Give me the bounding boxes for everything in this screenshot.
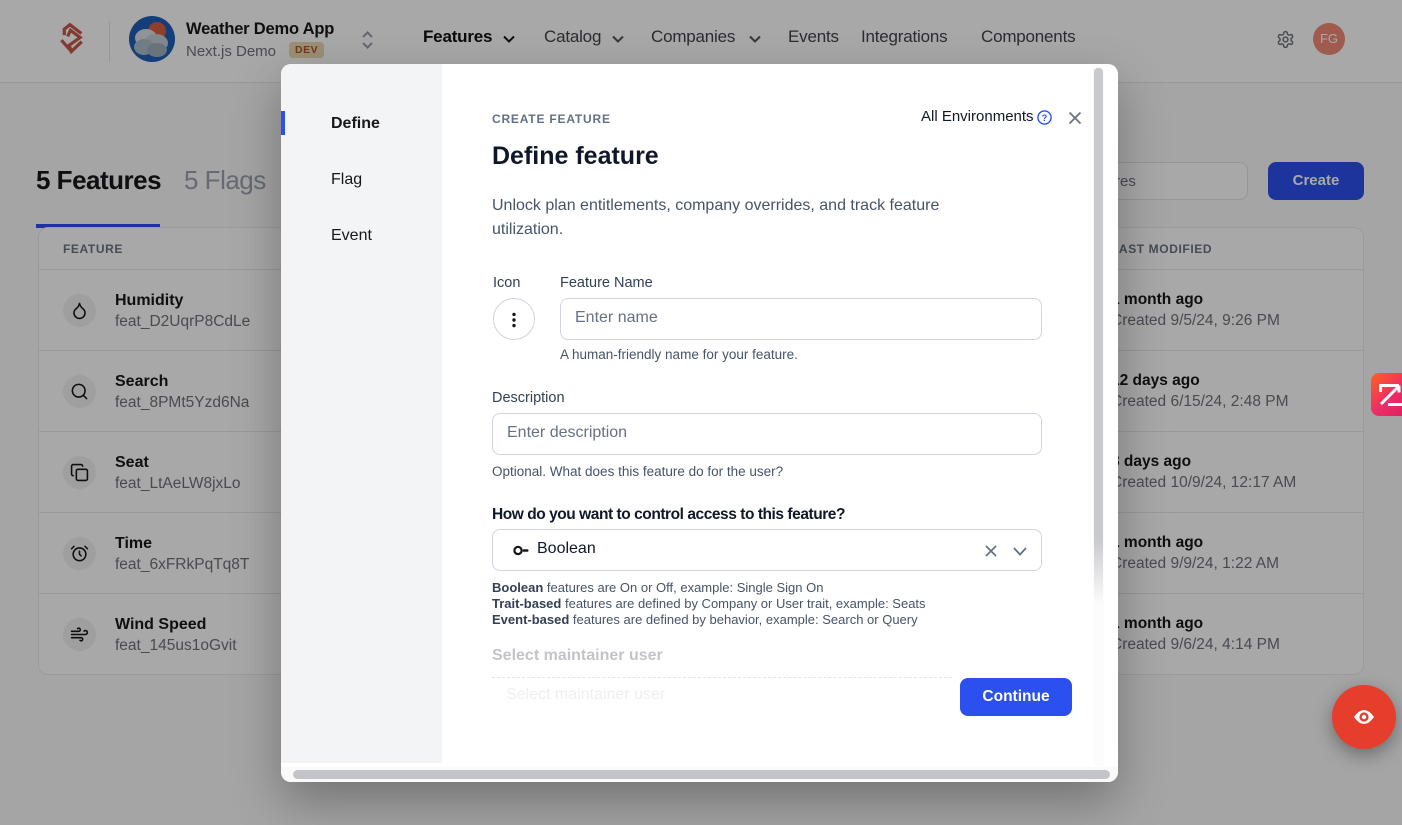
svg-text:?: ? [1042,113,1048,123]
